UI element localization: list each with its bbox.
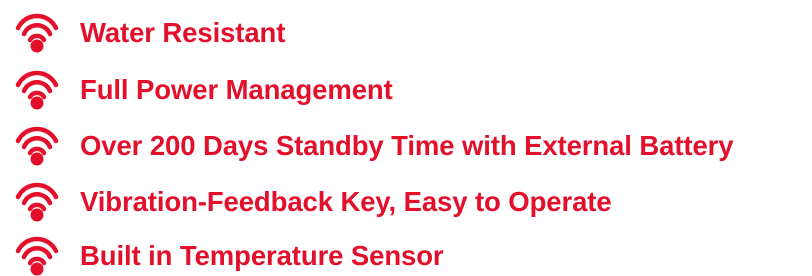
wireless-signal-icon (15, 182, 59, 222)
feature-label: Built in Temperature Sensor (80, 240, 444, 271)
feature-label: Vibration-Feedback Key, Easy to Operate (80, 186, 612, 217)
feature-item-vibration-key: Vibration-Feedback Key, Easy to Operate (0, 182, 812, 222)
feature-item-water-resistant: Water Resistant (0, 13, 812, 53)
feature-label: Full Power Management (80, 74, 393, 105)
wireless-signal-icon (15, 13, 59, 53)
wireless-signal-icon (15, 236, 59, 276)
feature-label: Over 200 Days Standby Time with External… (80, 130, 734, 161)
wireless-signal-icon (15, 70, 59, 110)
feature-item-temperature-sensor: Built in Temperature Sensor (0, 236, 812, 276)
feature-item-standby-time: Over 200 Days Standby Time with External… (0, 126, 812, 166)
wireless-signal-icon (15, 126, 59, 166)
feature-item-power-management: Full Power Management (0, 70, 812, 110)
feature-label: Water Resistant (80, 17, 286, 48)
